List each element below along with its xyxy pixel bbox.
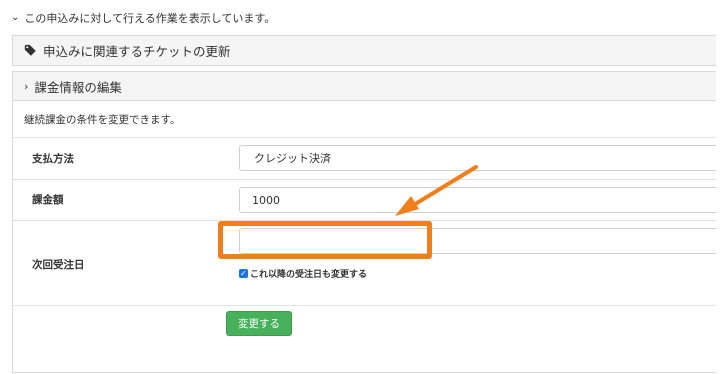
pointer-arrow-icon: [395, 165, 478, 216]
right-edge: [716, 0, 722, 374]
